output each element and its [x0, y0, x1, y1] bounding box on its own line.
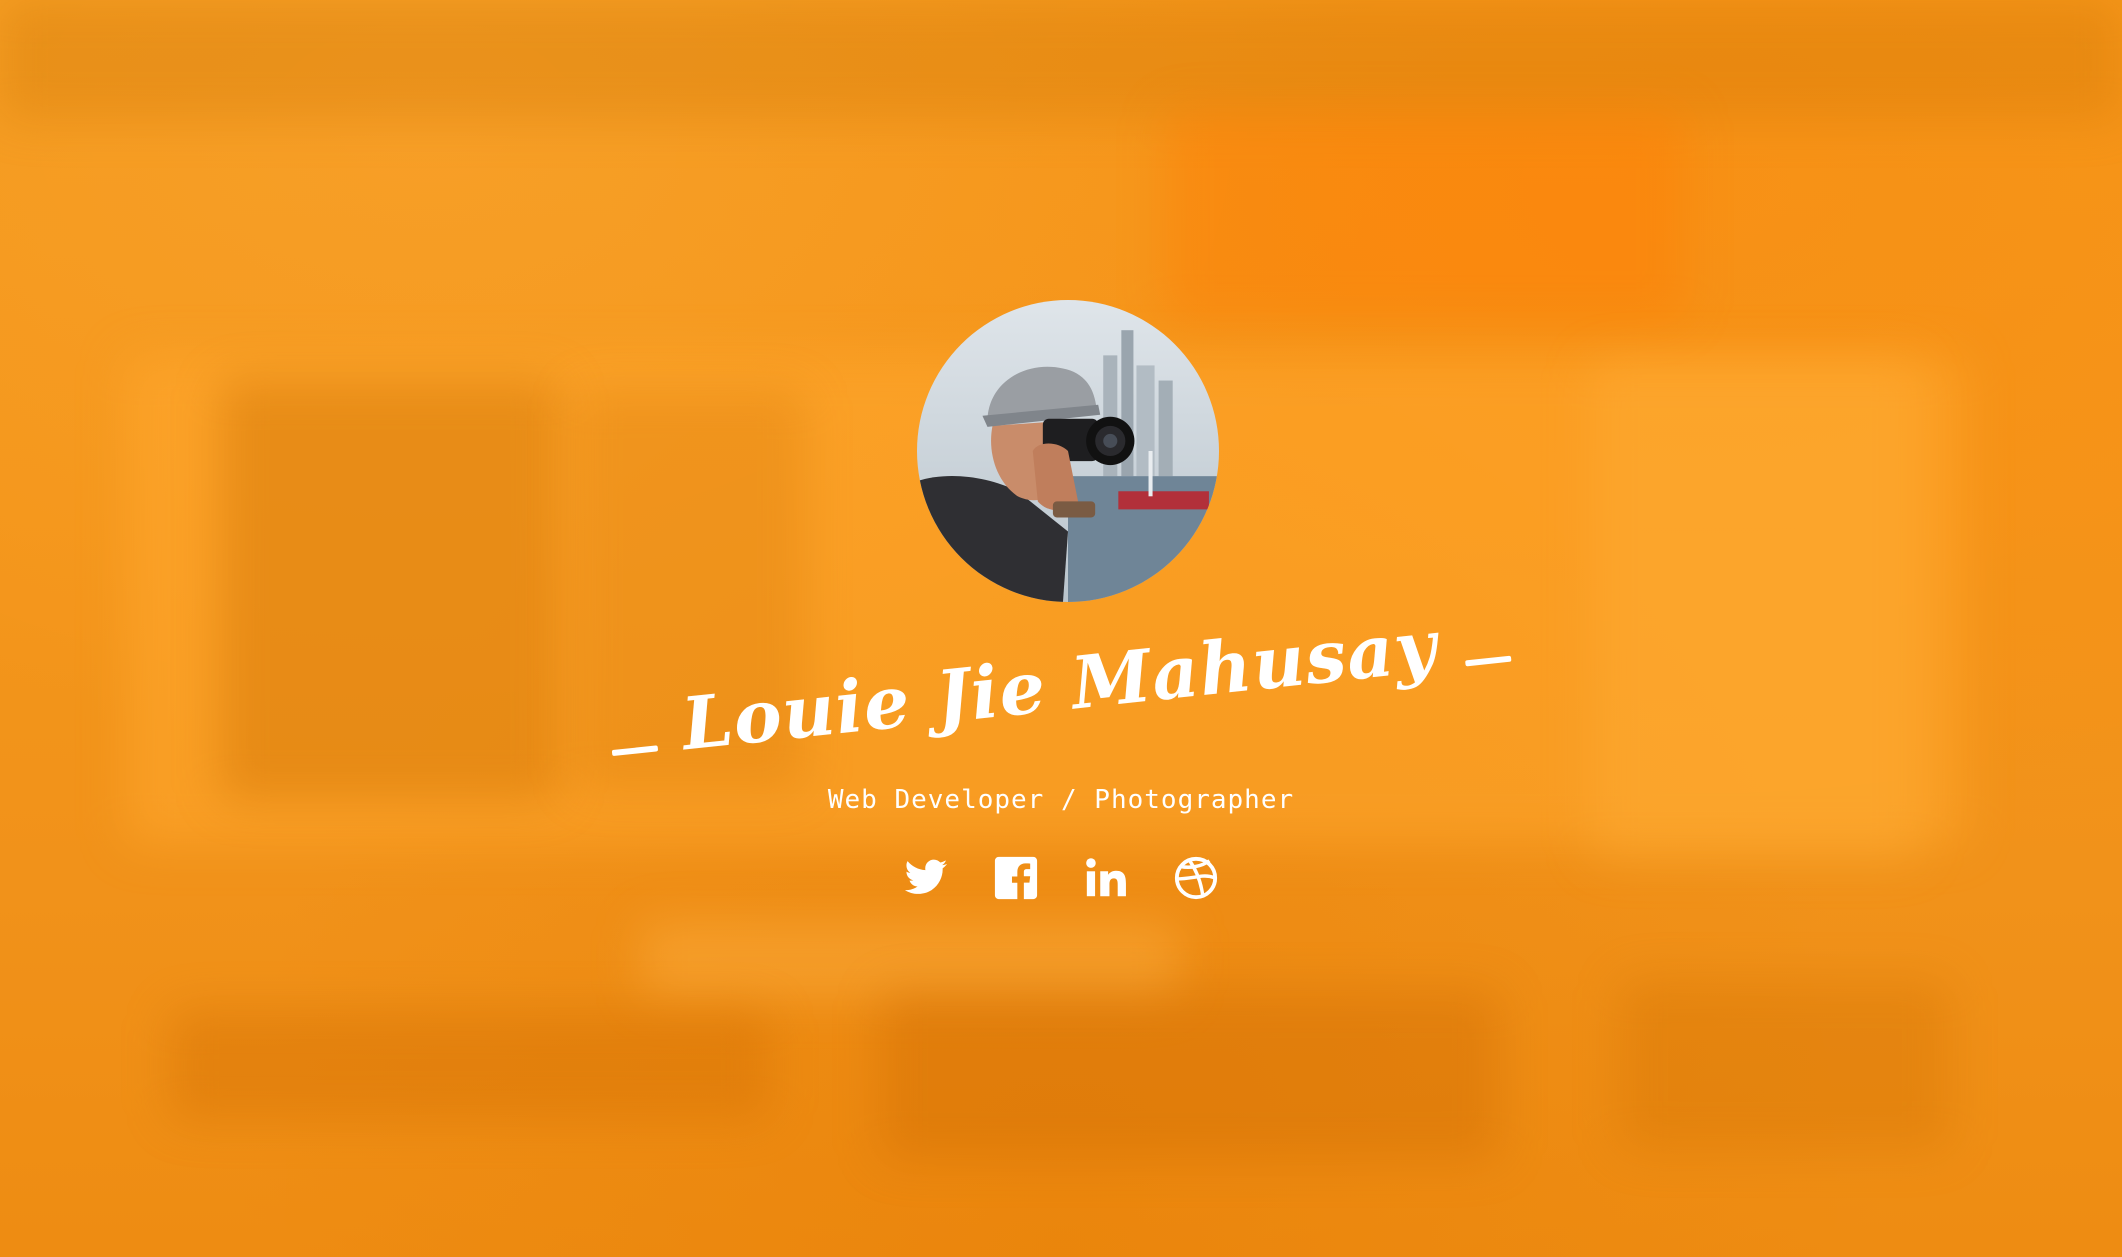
twitter-link[interactable]	[903, 855, 949, 901]
dribbble-link[interactable]	[1173, 855, 1219, 901]
dribbble-icon	[1174, 856, 1218, 900]
right-dash	[1465, 655, 1512, 666]
left-dash	[611, 744, 658, 756]
profile-name: Louie Jie Mahusay	[677, 602, 1442, 767]
facebook-link[interactable]	[993, 855, 1039, 901]
facebook-icon	[994, 856, 1038, 900]
hero: Louie Jie Mahusay Web Developer / Photog…	[0, 0, 2122, 1257]
linkedin-icon	[1086, 858, 1126, 897]
avatar-photo	[917, 300, 1219, 602]
profile-subtitle: Web Developer / Photographer	[827, 785, 1295, 815]
social-links	[0, 855, 2122, 901]
linkedin-link[interactable]	[1083, 855, 1129, 901]
twitter-icon	[904, 859, 948, 894]
avatar	[917, 300, 1219, 602]
